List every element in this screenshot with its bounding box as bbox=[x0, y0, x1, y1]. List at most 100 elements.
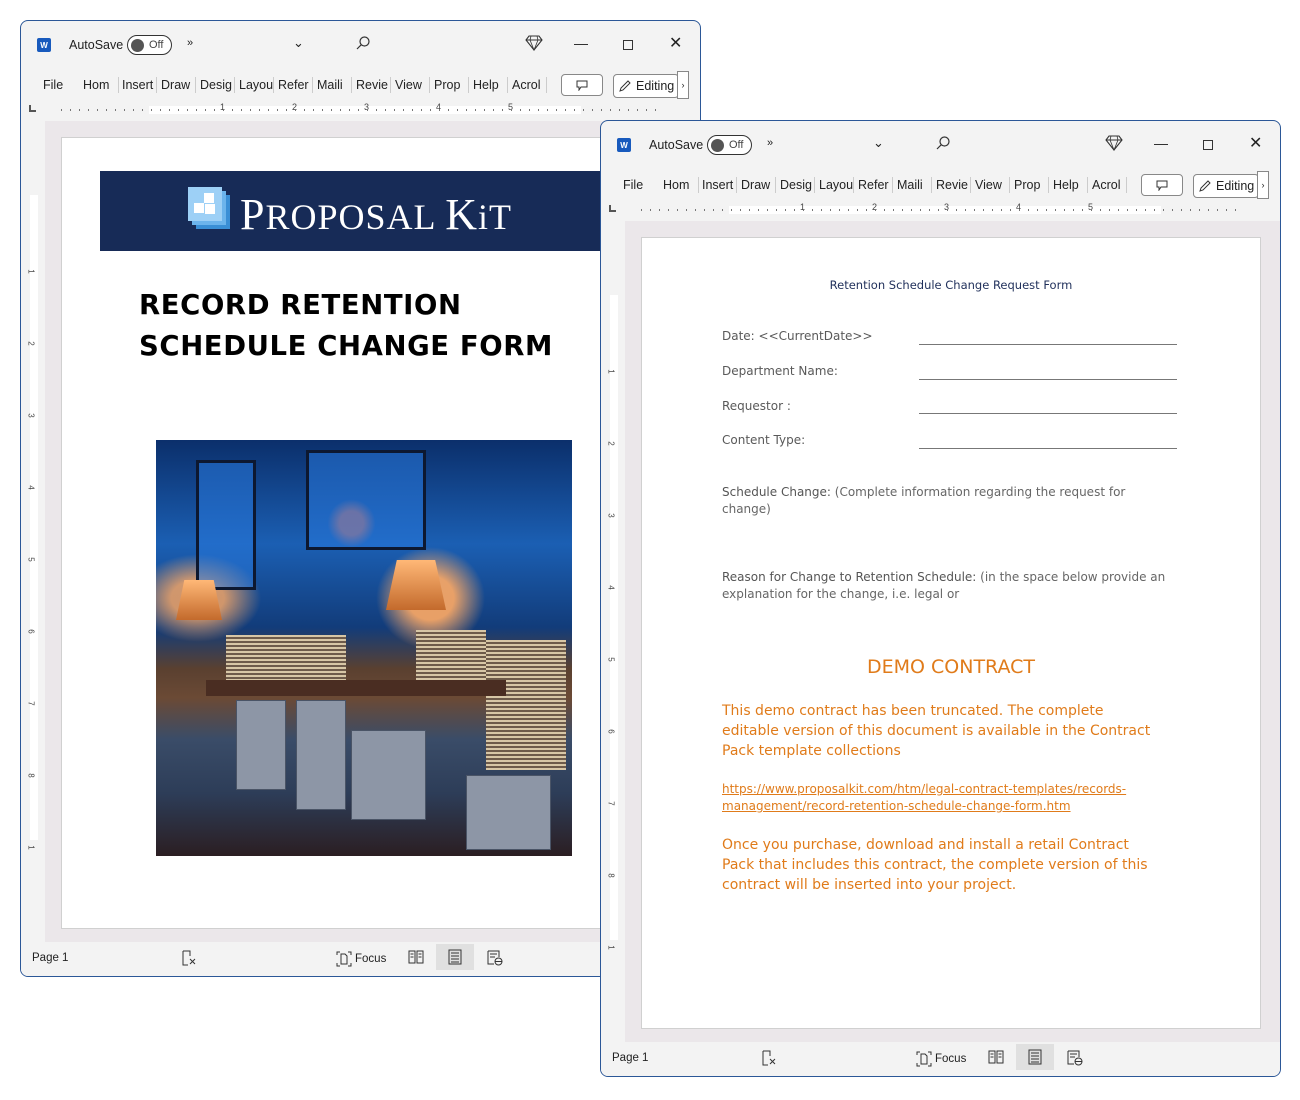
more-commands-icon[interactable]: » bbox=[187, 37, 193, 49]
tab-review[interactable]: Revie bbox=[356, 78, 388, 92]
focus-mode-button[interactable]: Focus bbox=[336, 951, 386, 967]
tab-acrobat[interactable]: Acrol bbox=[512, 78, 540, 92]
tab-file[interactable]: File bbox=[43, 78, 63, 92]
tab-help[interactable]: Help bbox=[473, 78, 499, 92]
accessibility-check-icon[interactable] bbox=[181, 950, 197, 969]
tab-review[interactable]: Revie bbox=[936, 178, 968, 192]
tab-file[interactable]: File bbox=[623, 178, 643, 192]
web-layout-icon[interactable] bbox=[487, 950, 503, 969]
horizontal-ruler[interactable]: 1 2 3 4 5 bbox=[601, 201, 1280, 219]
page-indicator[interactable]: Page 1 bbox=[32, 952, 68, 964]
tab-help[interactable]: Help bbox=[1053, 178, 1079, 192]
tab-acrobat[interactable]: Acrol bbox=[1092, 178, 1120, 192]
accessibility-check-icon[interactable] bbox=[761, 1050, 777, 1069]
comments-button[interactable] bbox=[561, 74, 603, 96]
ruler-tick bbox=[637, 109, 638, 111]
tab-insert[interactable]: Insert bbox=[702, 178, 733, 192]
ruler-tick bbox=[1091, 209, 1092, 211]
ruler-tick bbox=[142, 109, 143, 111]
close-icon[interactable]: ✕ bbox=[669, 33, 682, 53]
premium-diamond-icon[interactable] bbox=[1105, 135, 1123, 154]
ruler-tick bbox=[938, 209, 939, 211]
close-icon[interactable]: ✕ bbox=[1249, 133, 1262, 153]
maximize-icon[interactable] bbox=[1203, 140, 1213, 150]
more-commands-icon[interactable]: » bbox=[767, 137, 773, 149]
tab-layout[interactable]: Layou bbox=[239, 78, 273, 92]
ruler-tick bbox=[785, 209, 786, 211]
page-indicator[interactable]: Page 1 bbox=[612, 1052, 648, 1064]
comments-button[interactable] bbox=[1141, 174, 1183, 196]
web-layout-icon[interactable] bbox=[1067, 1050, 1083, 1069]
tab-stop-selector[interactable] bbox=[29, 105, 36, 112]
photo-box-detail bbox=[351, 730, 426, 820]
vertical-ruler[interactable]: 1 2 3 4 5 6 7 8 1 bbox=[607, 225, 621, 1025]
field-line-content-type[interactable] bbox=[919, 448, 1177, 449]
tab-stop-selector[interactable] bbox=[609, 205, 616, 212]
ruler-tick bbox=[241, 109, 242, 111]
autosave-label: AutoSave bbox=[649, 138, 704, 152]
search-icon[interactable] bbox=[935, 135, 951, 154]
autosave-toggle[interactable]: Off bbox=[707, 135, 752, 155]
premium-diamond-icon[interactable] bbox=[525, 35, 543, 54]
focus-mode-button[interactable]: Focus bbox=[916, 1051, 966, 1067]
ruler-tick bbox=[1010, 209, 1011, 211]
print-layout-icon bbox=[448, 949, 462, 965]
tab-draw[interactable]: Draw bbox=[161, 78, 190, 92]
tab-view[interactable]: View bbox=[395, 78, 422, 92]
contract-template-link[interactable]: https://www.proposalkit.com/htm/legal-co… bbox=[722, 781, 1162, 815]
ruler-tick bbox=[992, 209, 993, 211]
field-line-date[interactable] bbox=[919, 344, 1177, 345]
tab-references[interactable]: Refer bbox=[278, 78, 309, 92]
tab-mailings[interactable]: Maili bbox=[897, 178, 923, 192]
tab-design[interactable]: Desig bbox=[780, 178, 812, 192]
tab-references[interactable]: Refer bbox=[858, 178, 889, 192]
tab-home[interactable]: Hom bbox=[83, 78, 109, 92]
search-icon[interactable] bbox=[355, 35, 371, 54]
field-line-department[interactable] bbox=[919, 379, 1177, 380]
chevron-down-icon[interactable]: ⌄ bbox=[293, 35, 304, 51]
autosave-state: Off bbox=[149, 39, 164, 51]
tab-home[interactable]: Hom bbox=[663, 178, 689, 192]
maximize-icon[interactable] bbox=[623, 40, 633, 50]
read-mode-icon[interactable] bbox=[408, 950, 424, 967]
ruler-tick bbox=[412, 109, 413, 111]
chevron-down-icon[interactable]: ⌄ bbox=[873, 135, 884, 151]
minimize-icon[interactable]: — bbox=[574, 35, 588, 51]
proposal-kit-logo-text: PROPOSAL KiT bbox=[240, 189, 512, 240]
print-layout-view-button[interactable] bbox=[436, 944, 474, 970]
ruler-tick bbox=[205, 109, 206, 111]
ribbon-expand-button[interactable]: › bbox=[677, 71, 689, 99]
read-mode-icon[interactable] bbox=[988, 1050, 1004, 1067]
minimize-icon[interactable]: — bbox=[1154, 135, 1168, 151]
tab-properties[interactable]: Prop bbox=[434, 78, 460, 92]
document-page[interactable]: PROPOSAL KiT RECORD RETENTION SCHEDULE C… bbox=[61, 137, 681, 929]
tab-view[interactable]: View bbox=[975, 178, 1002, 192]
tab-properties[interactable]: Prop bbox=[1014, 178, 1040, 192]
field-line-requestor[interactable] bbox=[919, 413, 1177, 414]
tab-design[interactable]: Desig bbox=[200, 78, 232, 92]
editing-mode-button[interactable]: Editing bbox=[613, 74, 679, 98]
tab-draw[interactable]: Draw bbox=[741, 178, 770, 192]
vruler-number: 1 bbox=[606, 369, 616, 374]
document-canvas[interactable]: Retention Schedule Change Request Form D… bbox=[625, 221, 1280, 1042]
horizontal-ruler[interactable]: 1 2 3 4 5 bbox=[21, 101, 700, 119]
tab-mailings[interactable]: Maili bbox=[317, 78, 343, 92]
ruler-tick bbox=[511, 109, 512, 111]
ribbon-expand-button[interactable]: › bbox=[1257, 171, 1269, 199]
ruler-tick bbox=[650, 209, 651, 211]
document-page[interactable]: Retention Schedule Change Request Form D… bbox=[641, 237, 1261, 1029]
print-layout-view-button[interactable] bbox=[1016, 1044, 1054, 1070]
logo-letters: iT bbox=[477, 197, 512, 237]
autosave-toggle[interactable]: Off bbox=[127, 35, 172, 55]
tab-separator bbox=[429, 77, 430, 93]
tab-insert[interactable]: Insert bbox=[122, 78, 153, 92]
ruler-tick bbox=[947, 209, 948, 211]
ruler-tick bbox=[1037, 209, 1038, 211]
tab-separator bbox=[507, 77, 508, 93]
vertical-ruler[interactable]: 1 2 3 4 5 6 7 8 1 bbox=[27, 125, 41, 925]
pencil-icon bbox=[619, 80, 631, 92]
ruler-tick bbox=[277, 109, 278, 111]
tab-layout[interactable]: Layou bbox=[819, 178, 853, 192]
ruler-tick bbox=[232, 109, 233, 111]
editing-mode-button[interactable]: Editing bbox=[1193, 174, 1259, 198]
